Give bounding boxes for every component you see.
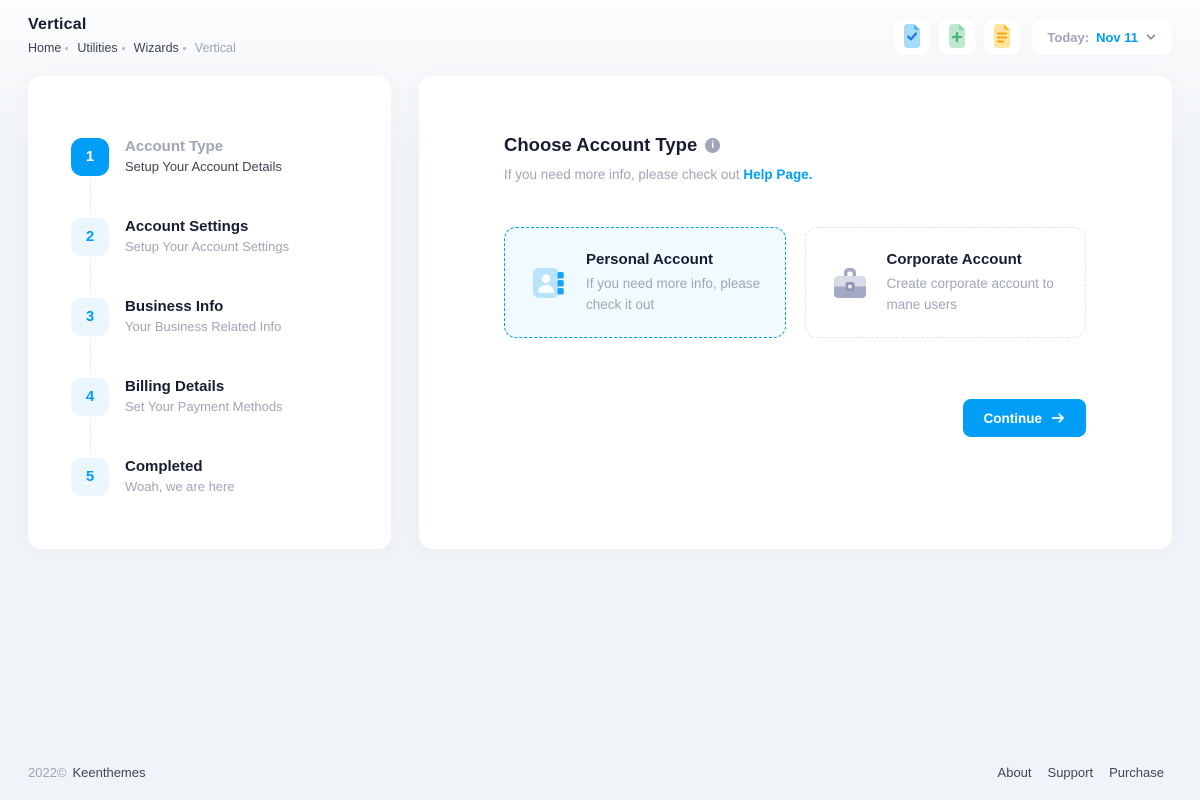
- breadcrumb: Home Utilities Wizards Vertical: [28, 41, 240, 55]
- document-add-button[interactable]: [939, 19, 975, 55]
- wizard-stepper-card: 1 Account Type Setup Your Account Detail…: [28, 76, 391, 549]
- document-check-icon: [901, 24, 923, 51]
- copyright: 2022© Keenthemes: [28, 765, 146, 780]
- breadcrumb-separator-dot: [122, 47, 125, 50]
- wizard-content-card: Choose Account Type i If you need more i…: [419, 76, 1172, 549]
- arrow-right-icon: [1051, 412, 1065, 424]
- footer-link-about[interactable]: About: [998, 765, 1032, 780]
- document-lines-icon: [991, 24, 1013, 51]
- help-page-link[interactable]: Help Page.: [743, 167, 812, 182]
- footer-links: About Support Purchase: [998, 765, 1164, 780]
- document-check-button[interactable]: [894, 19, 930, 55]
- step-title: Account Settings: [125, 217, 289, 237]
- subtitle-text: If you need more info, please check out: [504, 167, 740, 182]
- step-text: Completed Woah, we are here: [125, 457, 235, 496]
- copyright-brand-link[interactable]: Keenthemes: [73, 765, 146, 780]
- option-text: Personal Account If you need more info, …: [586, 250, 761, 315]
- breadcrumb-separator-dot: [183, 47, 186, 50]
- option-title: Personal Account: [586, 250, 761, 270]
- page-title: Vertical: [28, 16, 240, 34]
- step-title: Completed: [125, 457, 235, 477]
- footer-link-support[interactable]: Support: [1048, 765, 1094, 780]
- content-heading: Choose Account Type: [504, 133, 697, 157]
- step-number-badge: 1: [71, 138, 109, 176]
- breadcrumb-separator-dot: [65, 47, 68, 50]
- step-number-badge: 2: [71, 218, 109, 256]
- account-type-options: Personal Account If you need more info, …: [504, 227, 1086, 338]
- copyright-year: 2022©: [28, 765, 67, 780]
- step-text: Account Settings Setup Your Account Sett…: [125, 217, 289, 256]
- stepper-step-business-info[interactable]: 3 Business Info Your Business Related In…: [71, 297, 357, 377]
- step-subtitle: Setup Your Account Settings: [125, 238, 289, 256]
- main-content: 1 Account Type Setup Your Account Detail…: [0, 76, 1200, 549]
- step-title: Business Info: [125, 297, 281, 317]
- date-picker-button[interactable]: Today: Nov 11: [1032, 19, 1172, 55]
- stepper-step-account-settings[interactable]: 2 Account Settings Setup Your Account Se…: [71, 217, 357, 297]
- step-text: Billing Details Set Your Payment Methods: [125, 377, 283, 416]
- stepper-step-account-type[interactable]: 1 Account Type Setup Your Account Detail…: [71, 137, 357, 217]
- breadcrumb-item-home[interactable]: Home: [28, 41, 61, 55]
- content-subtitle: If you need more info, please check out …: [504, 165, 1086, 185]
- continue-label: Continue: [984, 411, 1043, 426]
- chevron-down-icon: [1145, 29, 1157, 46]
- header-toolbar: Today: Nov 11: [894, 19, 1172, 55]
- wizard-page: Vertical Home Utilities Wizards Vertical: [0, 0, 1200, 800]
- today-value: Nov 11: [1096, 30, 1138, 45]
- step-number-badge: 3: [71, 298, 109, 336]
- step-number-badge: 4: [71, 378, 109, 416]
- option-text: Corporate Account Create corporate accou…: [887, 250, 1062, 315]
- briefcase-icon: [830, 264, 870, 302]
- stepper-step-billing-details[interactable]: 4 Billing Details Set Your Payment Metho…: [71, 377, 357, 457]
- today-label: Today:: [1047, 30, 1089, 45]
- step-subtitle: Setup Your Account Details: [125, 158, 282, 176]
- footer-link-purchase[interactable]: Purchase: [1109, 765, 1164, 780]
- page-header: Vertical Home Utilities Wizards Vertical: [0, 0, 1200, 76]
- step-number-badge: 5: [71, 458, 109, 496]
- step-subtitle: Your Business Related Info: [125, 318, 281, 336]
- document-add-icon: [946, 24, 968, 51]
- actions-row: Continue: [504, 399, 1086, 437]
- option-description: Create corporate account to mane users: [887, 273, 1062, 315]
- address-book-icon: [529, 263, 569, 303]
- account-option-personal[interactable]: Personal Account If you need more info, …: [504, 227, 786, 338]
- breadcrumb-item-utilities[interactable]: Utilities: [77, 41, 117, 55]
- page-footer: 2022© Keenthemes About Support Purchase: [0, 765, 1200, 800]
- continue-button[interactable]: Continue: [963, 399, 1087, 437]
- account-option-corporate[interactable]: Corporate Account Create corporate accou…: [805, 227, 1087, 338]
- stepper-step-completed[interactable]: 5 Completed Woah, we are here: [71, 457, 357, 496]
- option-description: If you need more info, please check it o…: [586, 273, 761, 315]
- info-icon[interactable]: i: [705, 138, 720, 153]
- content-heading-row: Choose Account Type i: [504, 133, 1086, 157]
- step-title: Account Type: [125, 137, 282, 157]
- step-title: Billing Details: [125, 377, 283, 397]
- breadcrumb-item-current: Vertical: [195, 41, 236, 55]
- document-lines-button[interactable]: [984, 19, 1020, 55]
- title-block: Vertical Home Utilities Wizards Vertical: [28, 16, 240, 55]
- step-subtitle: Woah, we are here: [125, 478, 235, 496]
- option-title: Corporate Account: [887, 250, 1062, 270]
- breadcrumb-item-wizards[interactable]: Wizards: [134, 41, 179, 55]
- step-text: Business Info Your Business Related Info: [125, 297, 281, 336]
- step-subtitle: Set Your Payment Methods: [125, 398, 283, 416]
- step-text: Account Type Setup Your Account Details: [125, 137, 282, 176]
